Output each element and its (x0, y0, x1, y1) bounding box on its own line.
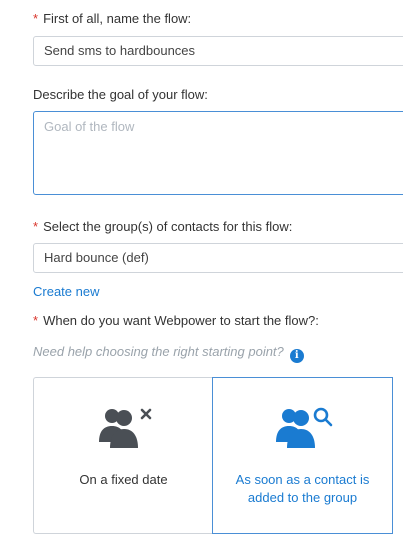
required-marker: * (33, 219, 39, 234)
group-remove-icon (98, 408, 151, 448)
required-marker: * (33, 11, 39, 26)
flow-setup-form: * First of all, name the flow: Send sms t… (0, 0, 403, 543)
groups-select[interactable]: Hard bounce (def) (33, 243, 403, 273)
create-new-link[interactable]: Create new (33, 284, 99, 299)
start-help: Need help choosing the right starting po… (33, 344, 304, 363)
flow-goal-placeholder: Goal of the flow (44, 119, 135, 134)
flow-name-input[interactable]: Send sms to hardbounces (33, 36, 403, 66)
start-option-fixed-date-label: On a fixed date (79, 472, 168, 487)
groups-label-text: Select the group(s) of contacts for this… (43, 219, 293, 234)
required-marker: * (33, 313, 39, 328)
group-search-icon (275, 407, 332, 448)
start-option-fixed-date[interactable]: On a fixed date (33, 377, 213, 534)
start-option-contact-added-label: As soon as a contact is added to the gro… (235, 472, 370, 505)
flow-name-label: * First of all, name the flow: (33, 11, 191, 26)
info-icon[interactable]: i (289, 349, 304, 363)
flow-goal-label: Describe the goal of your flow: (33, 87, 208, 102)
flow-goal-textarea[interactable]: Goal of the flow (33, 111, 403, 195)
start-point-label-text: When do you want Webpower to start the f… (43, 313, 319, 328)
flow-name-label-text: First of all, name the flow: (43, 11, 192, 26)
start-point-label: * When do you want Webpower to start the … (33, 313, 319, 328)
groups-label: * Select the group(s) of contacts for thi… (33, 219, 292, 234)
start-help-text: Need help choosing the right starting po… (33, 344, 284, 359)
start-option-contact-added[interactable]: As soon as a contact is added to the gro… (212, 377, 393, 534)
